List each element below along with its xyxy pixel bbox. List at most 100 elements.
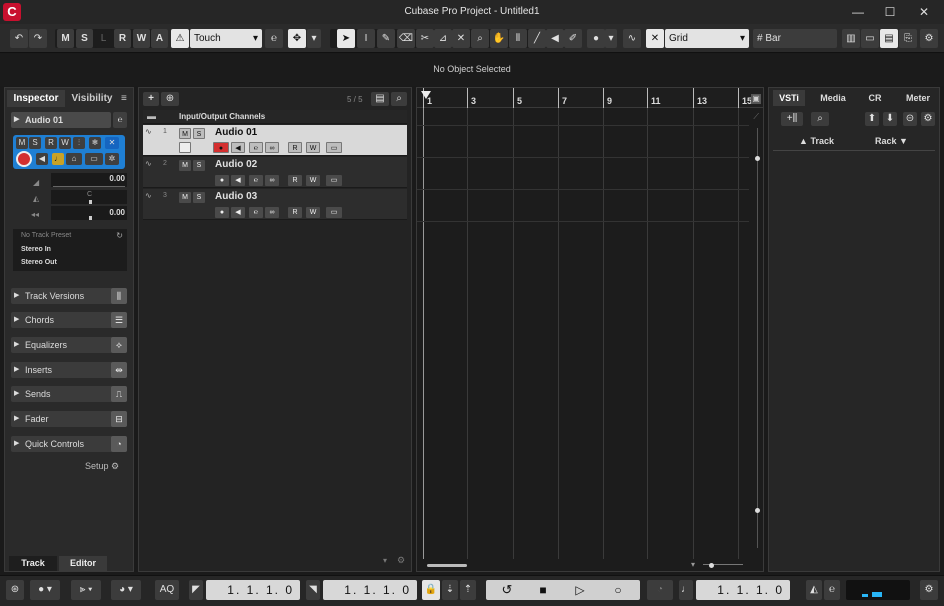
right-zone-toggle-icon[interactable]: ▤ [880,29,898,48]
vertical-zoom-handle[interactable] [755,156,760,161]
play-button[interactable]: ▷ [563,580,597,600]
solo-button[interactable]: S [29,137,41,149]
add-track-button[interactable]: + [143,92,159,106]
snap-type-select[interactable]: Grid ▾ [665,29,749,48]
setup-button[interactable]: Setup ⚙ [85,461,119,472]
punch-out-icon[interactable]: ◥ [306,580,320,600]
ruler[interactable]: 1 3 5 7 9 11 13 15 [417,88,763,108]
mute-tool-icon[interactable]: ✕ [452,29,470,48]
add-track-menu-icon[interactable]: ⊕ [161,92,179,106]
tab-inspector[interactable]: Inspector [7,90,65,107]
track-link-button[interactable]: ∞ [265,142,279,153]
track-read-button[interactable]: R [288,175,302,186]
color-menu-icon[interactable]: ● [587,29,605,48]
read-all-button[interactable]: R [114,29,131,48]
erase-tool-icon[interactable]: ⌫ [397,29,415,48]
add-instrument-icon[interactable]: +⫼ [781,112,803,126]
time-format-icon[interactable]: ♩ [679,580,693,600]
punch-mode-button[interactable]: ◕ ▾ [111,580,141,600]
track-name[interactable]: Audio 02 [215,159,257,170]
rack-column-header[interactable]: Rack ▼ [875,136,908,146]
range-tool-icon[interactable]: I [357,29,375,48]
inspector-menu-icon[interactable]: ≡ [121,90,133,107]
track-lanes-button[interactable]: ▭ [326,207,342,218]
delay-control[interactable]: 0.00 [51,206,127,220]
track-mute-button[interactable]: M [179,128,191,139]
tab-vsti[interactable]: VSTi [773,90,805,106]
gear-icon[interactable]: ⚙ [397,555,405,566]
cycle-button[interactable]: ↺ [490,580,524,600]
close-button[interactable]: ✕ [914,4,934,20]
lower-zone-toggle-icon[interactable]: ▭ [861,29,879,48]
lock-icon[interactable]: 🔒 [422,580,440,600]
audio-mode-button[interactable]: ⫸ ▾ [71,580,101,600]
track-edit-button[interactable]: ℮ [249,175,263,186]
solo-all-button[interactable]: S [76,29,93,48]
section-fader[interactable]: Fader ⊟ [11,411,127,427]
track-lanes-button[interactable]: ▭ [326,142,342,153]
primary-time-display[interactable]: 1. 1. 1. 0 [696,580,790,600]
track-edit-button[interactable]: ℮ [249,142,263,153]
track-write-button[interactable]: W [306,142,320,153]
pencil-tool-icon[interactable]: ✎ [377,29,395,48]
play-tool-icon[interactable]: ◀ [546,29,564,48]
pan-control[interactable]: C [51,190,127,204]
split-tool-icon[interactable]: ✂ [416,29,434,48]
tab-editor[interactable]: Editor [59,556,107,571]
read-automation-button[interactable]: R [45,137,57,149]
comp-tool-icon[interactable]: ⫴ [509,29,527,48]
click-icon[interactable]: ◭ [806,580,822,600]
track-preset[interactable]: No Track Preset [21,232,71,239]
track-record-button[interactable]: ● [215,207,229,218]
track-read-button[interactable]: R [288,142,302,153]
left-zone-toggle-icon[interactable]: ▥ [842,29,860,48]
stop-button[interactable]: ■ [526,580,560,600]
zoom-vertical-icon[interactable]: ⟋ [753,112,759,122]
output-routing[interactable]: Stereo Out [21,259,57,266]
autoscroll-menu-button[interactable]: ▾ [307,29,321,48]
section-sends[interactable]: Sends ⎍ [11,386,127,402]
musical-mode-button[interactable]: ♩ [52,153,64,165]
tab-control-room[interactable]: CR [861,90,889,106]
track-write-button[interactable]: W [306,207,320,218]
automation-mode-select[interactable]: Touch ▾ [190,29,262,48]
section-equalizers[interactable]: Equalizers ⟡ [11,337,127,353]
section-track-versions[interactable]: Track Versions ⫼ [11,288,127,304]
track-color-swatch[interactable] [179,142,191,153]
track-mute-button[interactable]: M [179,192,191,203]
mute-all-button[interactable]: M [57,29,74,48]
right-locator-display[interactable]: 1. 1. 1. 0 [323,580,417,600]
punch-in-icon[interactable]: ◤ [189,580,203,600]
tab-meter[interactable]: Meter [899,90,937,106]
freeze-button[interactable]: ❄ [89,137,101,149]
pre-roll-icon[interactable]: ⇣ [442,580,458,600]
metronome-sync-icon[interactable]: ◔ [647,580,673,600]
minimize-button[interactable]: — [848,4,868,20]
zoom-tool-icon[interactable]: ⌕ [471,29,489,48]
auto-quantize-button[interactable]: AQ [155,580,179,600]
color-tool-icon[interactable]: ✐ [564,29,582,48]
gear-icon[interactable]: ⚙ [920,580,938,600]
horizontal-zoom-handle[interactable] [709,563,714,568]
tab-track[interactable]: Track [9,556,57,571]
move-up-icon[interactable]: ⬆ [865,112,879,126]
find-track-icon[interactable]: ⌕ [391,92,407,106]
suspend-automation-button[interactable]: ℮ [265,29,283,48]
chevron-down-icon[interactable]: ▾ [691,560,695,569]
record-enable-button[interactable] [16,151,32,167]
mute-button[interactable]: M [16,137,28,149]
gear-icon[interactable]: ⚙ [920,29,938,48]
edit-channel-settings-icon[interactable]: ℮ [113,112,127,128]
playhead-cursor[interactable] [423,108,424,559]
zoom-presets-icon[interactable]: ▣ [751,94,761,104]
record-mode-button[interactable]: ● ▾ [30,580,60,600]
autoscroll-icon[interactable]: ✥ [288,29,306,48]
track-row[interactable]: ∿ 2 M S Audio 02 ● ◀ ℮ ∞ R W ▭ [143,157,407,188]
tab-visibility[interactable]: Visibility [67,90,117,107]
track-monitor-button[interactable]: ◀ [231,207,245,218]
folder-track[interactable]: ▬ Input/Output Channels [143,110,407,124]
record-button[interactable]: ○ [601,580,635,600]
edit-in-place-button[interactable]: ✕ [105,137,119,149]
track-monitor-button[interactable]: ◀ [231,142,245,153]
lanes-button[interactable]: ⫶ [73,137,85,149]
